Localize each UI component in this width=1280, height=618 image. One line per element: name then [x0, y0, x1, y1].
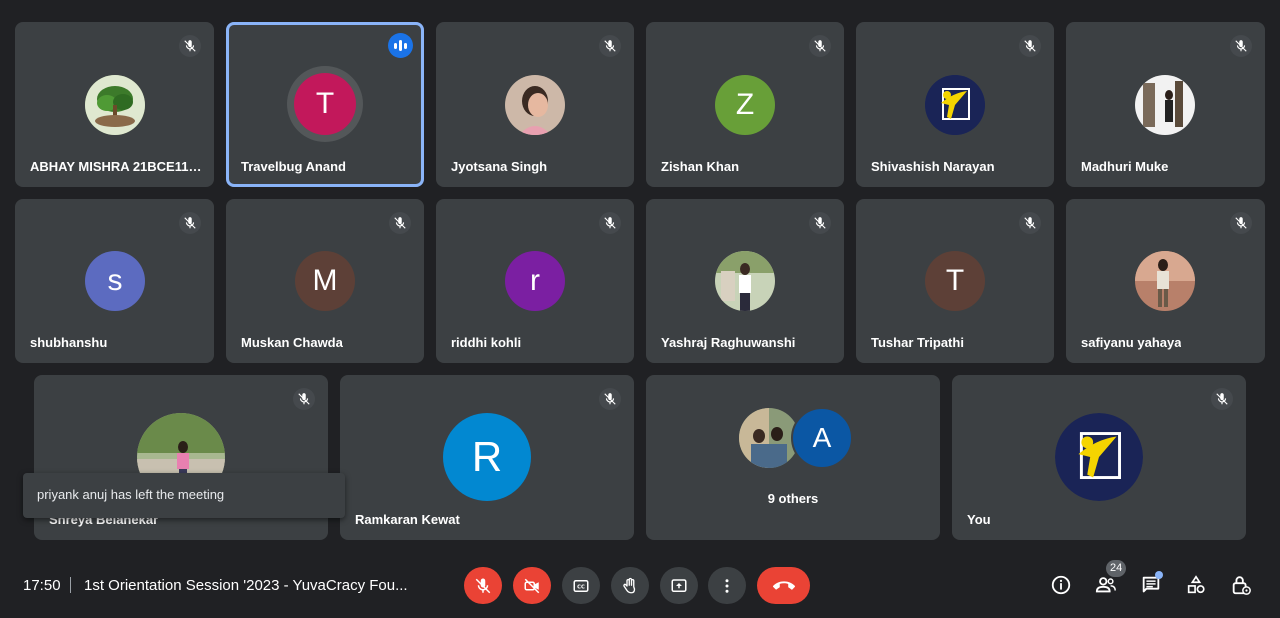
participant-name: safiyanu yahaya — [1081, 335, 1182, 350]
unread-dot — [1155, 571, 1163, 579]
mic-off-icon — [389, 212, 411, 234]
participant-name: Travelbug Anand — [241, 159, 346, 174]
mic-off-icon — [293, 388, 315, 410]
more-options-button[interactable] — [708, 567, 746, 604]
participant-name: Tushar Tripathi — [871, 335, 964, 350]
mic-off-icon — [809, 35, 831, 57]
raise-hand-icon — [623, 577, 636, 593]
avatar — [85, 75, 145, 135]
mic-off-icon — [599, 388, 621, 410]
participant-tile[interactable]: safiyanu yahaya — [1066, 199, 1265, 363]
meeting-title: 1st Orientation Session '2023 - YuvaCrac… — [84, 577, 408, 594]
speaking-indicator-icon — [388, 33, 413, 58]
avatar: R — [443, 413, 531, 501]
more-options-icon — [725, 578, 729, 593]
avatar — [925, 75, 985, 135]
participant-tile[interactable]: T Tushar Tripathi — [856, 199, 1054, 363]
participant-name: Muskan Chawda — [241, 335, 343, 350]
mic-off-icon — [1211, 388, 1233, 410]
mic-off-icon — [1230, 35, 1252, 57]
avatar: T — [294, 73, 356, 135]
participant-name: Madhuri Muke — [1081, 159, 1169, 174]
participant-tile[interactable]: ABHAY MISHRA 21BCE110... — [15, 22, 214, 187]
activities-button[interactable] — [1183, 572, 1209, 598]
mic-off-icon — [599, 212, 621, 234]
avatar: T — [925, 251, 985, 311]
participant-count-badge: 24 — [1106, 560, 1127, 577]
participant-tile[interactable]: s shubhanshu — [15, 199, 214, 363]
present-button[interactable] — [660, 567, 698, 604]
participant-tile[interactable]: M Muskan Chawda — [226, 199, 424, 363]
mic-off-icon — [1019, 212, 1041, 234]
others-count: 9 others — [767, 491, 819, 506]
avatar: r — [505, 251, 565, 311]
participant-tile[interactable]: Jyotsana Singh — [436, 22, 634, 187]
captions-button[interactable]: CC — [562, 567, 600, 604]
participant-tile[interactable]: T Travelbug Anand — [226, 22, 424, 187]
present-icon — [671, 578, 687, 592]
host-controls-button[interactable] — [1228, 572, 1254, 598]
participant-tile[interactable]: R Ramkaran Kewat — [340, 375, 634, 540]
people-icon — [1095, 577, 1116, 593]
activities-icon — [1187, 575, 1205, 594]
bottom-toolbar: 17:50 1st Orientation Session '2023 - Yu… — [0, 560, 1280, 610]
mic-off-icon — [179, 212, 201, 234]
mic-off-icon — [1019, 35, 1041, 57]
avatar: s — [85, 251, 145, 311]
captions-icon: CC — [573, 579, 589, 592]
participant-name: shubhanshu — [30, 335, 108, 350]
avatar — [1055, 413, 1143, 501]
avatar — [1135, 251, 1195, 311]
participant-name: ABHAY MISHRA 21BCE110... — [30, 159, 205, 174]
avatar: M — [295, 251, 355, 311]
mic-off-icon — [475, 578, 491, 593]
participant-tile[interactable]: Madhuri Muke — [1066, 22, 1265, 187]
avatar — [1135, 75, 1195, 135]
avatar — [739, 408, 799, 468]
mic-off-icon — [179, 35, 201, 57]
mic-toggle-button[interactable] — [464, 567, 502, 604]
participant-name: riddhi kohli — [451, 335, 522, 350]
camera-toggle-button[interactable] — [513, 567, 551, 604]
participant-tile[interactable]: Shivashish Narayan — [856, 22, 1054, 187]
svg-text:CC: CC — [577, 584, 585, 590]
mic-off-icon — [599, 35, 621, 57]
participant-tile[interactable]: Z Zishan Khan — [646, 22, 844, 187]
end-call-icon — [772, 580, 795, 590]
mic-off-icon — [1230, 212, 1252, 234]
avatar: Z — [715, 75, 775, 135]
participant-name: Ramkaran Kewat — [355, 512, 460, 527]
avatar: A — [791, 407, 853, 469]
self-tile[interactable]: You — [952, 375, 1246, 540]
meeting-details-button[interactable] — [1048, 572, 1074, 598]
info-icon — [1051, 575, 1071, 595]
host-controls-icon — [1232, 576, 1251, 595]
avatar — [505, 75, 565, 135]
participant-name: Yashraj Raghuwanshi — [661, 335, 796, 350]
mic-off-icon — [809, 212, 831, 234]
camera-off-icon — [524, 578, 540, 593]
leave-call-button[interactable] — [757, 567, 810, 604]
avatar — [715, 251, 775, 311]
participant-name: Shivashish Narayan — [871, 159, 995, 174]
participant-name: Jyotsana Singh — [451, 159, 548, 174]
others-tile[interactable]: A 9 others — [646, 375, 940, 540]
raise-hand-button[interactable] — [611, 567, 649, 604]
clock: 17:50 — [23, 577, 61, 594]
notification-toast: priyank anuj has left the meeting — [23, 473, 345, 518]
divider — [70, 577, 71, 593]
participant-name: Zishan Khan — [661, 159, 740, 174]
participant-tile[interactable]: Yashraj Raghuwanshi — [646, 199, 844, 363]
participant-tile[interactable]: r riddhi kohli — [436, 199, 634, 363]
participant-name: You — [967, 512, 991, 527]
